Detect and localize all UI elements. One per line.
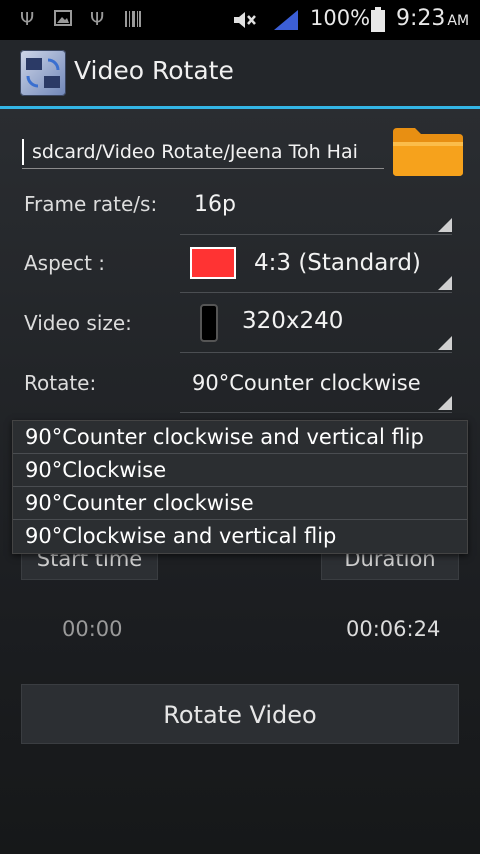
browse-folder-button[interactable] [391, 122, 465, 178]
app-title: Video Rotate [74, 56, 234, 85]
aspect-color-swatch [190, 247, 236, 279]
phone-icon [200, 304, 218, 342]
battery-percent: 100% [310, 6, 371, 30]
image-icon [54, 10, 72, 31]
rotate-option[interactable]: 90°Clockwise and vertical flip [13, 520, 467, 553]
battery-icon [370, 7, 386, 38]
video-path-input[interactable]: sdcard/Video Rotate/Jeena Toh Hai [22, 135, 384, 169]
usb-debug-icon: Ψ [90, 9, 105, 30]
spinner-arrow-icon [438, 396, 452, 410]
mute-icon [232, 9, 258, 36]
app-icon[interactable] [20, 50, 66, 96]
rotate-option[interactable]: 90°Counter clockwise [13, 487, 467, 520]
spinner-arrow-icon [438, 276, 452, 290]
frame-rate-label: Frame rate/s: [24, 192, 158, 216]
rotate-option[interactable]: 90°Counter clockwise and vertical flip [13, 421, 467, 454]
rotate-label: Rotate: [24, 371, 97, 395]
start-time-value: 00:00 [62, 617, 123, 641]
rotate-value: 90°Counter clockwise [192, 371, 421, 395]
clock-time: 9:23 [396, 6, 446, 31]
aspect-value: 4:3 (Standard) [254, 250, 421, 276]
clock-ampm: AM [447, 13, 470, 29]
frame-rate-value: 16p [194, 192, 236, 217]
rotate-option[interactable]: 90°Clockwise [13, 454, 467, 487]
rotate-video-button[interactable]: Rotate Video [21, 684, 459, 744]
signal-icon [272, 8, 300, 37]
rotate-spinner[interactable]: 90°Counter clockwise [180, 356, 452, 413]
frame-rate-spinner[interactable]: 16p [180, 178, 452, 235]
video-size-label: Video size: [24, 311, 132, 335]
video-path-text: sdcard/Video Rotate/Jeena Toh Hai [32, 141, 358, 163]
duration-value: 00:06:24 [346, 617, 441, 641]
video-size-spinner[interactable]: 320x240 [180, 296, 452, 353]
aspect-label: Aspect : [24, 251, 106, 275]
action-bar: Video Rotate [0, 40, 480, 108]
status-bar: Ψ Ψ 100% 9:23 AM [0, 0, 480, 40]
clock: 9:23 AM [396, 6, 469, 31]
rotate-options-dropdown: 90°Counter clockwise and vertical flip 9… [12, 420, 468, 554]
folder-icon [393, 128, 463, 176]
barcode-icon [124, 10, 142, 33]
spinner-arrow-icon [438, 336, 452, 350]
aspect-spinner[interactable]: 4:3 (Standard) [180, 236, 452, 293]
spinner-arrow-icon [438, 218, 452, 232]
usb-icon: Ψ [20, 9, 35, 30]
video-size-value: 320x240 [242, 308, 344, 334]
text-caret [22, 139, 24, 165]
